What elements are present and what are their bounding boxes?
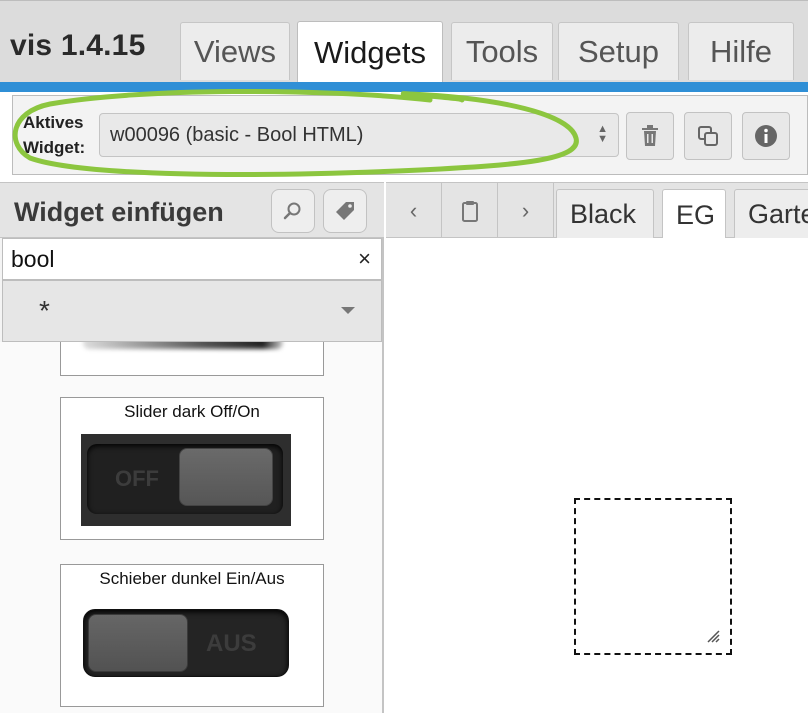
toggle-preview: OFF <box>81 434 291 526</box>
search-icon <box>283 202 301 220</box>
tag-icon <box>336 202 354 220</box>
top-menu-bar: vis 1.4.15 Views Widgets Tools Setup Hil… <box>0 0 808 92</box>
widget-card[interactable] <box>60 342 324 376</box>
resize-handle-icon[interactable] <box>706 629 720 643</box>
tab-hilfe[interactable]: Hilfe <box>688 22 794 80</box>
tag-filter-button[interactable] <box>323 189 367 233</box>
widget-card-title: Slider dark Off/On <box>124 402 260 421</box>
insert-panel-header: Widget einfügen <box>0 182 384 238</box>
view-tab-eg[interactable]: EG <box>662 189 726 240</box>
app-title: vis 1.4.15 <box>10 29 146 62</box>
view-tabs-bar: ‹ › Black EG Garten <box>386 182 808 240</box>
active-widget-select[interactable]: w00096 (basic - Bool HTML) ▲ ▼ <box>99 113 619 157</box>
widget-set-select[interactable]: * <box>2 280 382 342</box>
delete-widget-button[interactable] <box>626 112 674 160</box>
copy-icon <box>698 126 718 146</box>
widget-filter-input[interactable]: bool × <box>2 238 382 280</box>
chevron-down-icon <box>341 307 355 314</box>
toggle-knob <box>179 448 273 506</box>
active-widget-label: Aktives Widget: <box>23 113 86 157</box>
toggle-preview: AUS <box>83 609 289 677</box>
widget-info-button[interactable] <box>742 112 790 160</box>
active-widget-toolbar: Aktives Widget: w00096 (basic - Bool HTM… <box>12 95 808 175</box>
trash-icon <box>642 125 658 146</box>
select-arrows-icon: ▲ ▼ <box>597 123 608 145</box>
info-icon <box>755 125 777 147</box>
search-widget-button[interactable] <box>271 189 315 233</box>
clipboard-icon <box>461 200 478 222</box>
copy-widget-button[interactable] <box>684 112 732 160</box>
toggle-knob <box>88 614 188 672</box>
toggle-state-label: AUS <box>206 630 257 657</box>
next-view-button[interactable]: › <box>498 183 554 238</box>
tab-setup[interactable]: Setup <box>558 22 679 80</box>
tab-widgets[interactable]: Widgets <box>297 21 443 83</box>
tab-views[interactable]: Views <box>180 22 290 80</box>
prev-view-button[interactable]: ‹ <box>386 183 442 238</box>
active-widget-value: w00096 (basic - Bool HTML) <box>110 123 364 146</box>
clear-filter-button[interactable]: × <box>358 245 371 273</box>
tab-tools[interactable]: Tools <box>451 22 553 80</box>
selected-widget[interactable] <box>574 498 732 655</box>
view-tab-garten[interactable]: Garten <box>734 189 808 239</box>
widget-card-title: Schieber dunkel Ein/Aus <box>99 569 285 588</box>
toggle-state-label: OFF <box>115 466 159 491</box>
clipboard-button[interactable] <box>442 183 498 238</box>
widget-list: Slider dark Off/On OFF Schieber dunkel E… <box>0 342 382 713</box>
widget-set-value: * <box>39 295 50 326</box>
view-canvas[interactable] <box>386 238 808 713</box>
accent-bar <box>0 82 808 92</box>
widget-card-slider-dark[interactable]: Slider dark Off/On OFF <box>60 397 324 540</box>
view-tab-black[interactable]: Black <box>556 189 654 239</box>
widget-preview <box>83 342 283 349</box>
widget-insert-panel: Widget einfügen bool × * Slider dark Off… <box>0 182 384 713</box>
widget-card-schieber-dunkel[interactable]: Schieber dunkel Ein/Aus AUS <box>60 564 324 707</box>
widget-filter-value: bool <box>11 246 55 272</box>
insert-panel-title: Widget einfügen <box>14 197 224 227</box>
